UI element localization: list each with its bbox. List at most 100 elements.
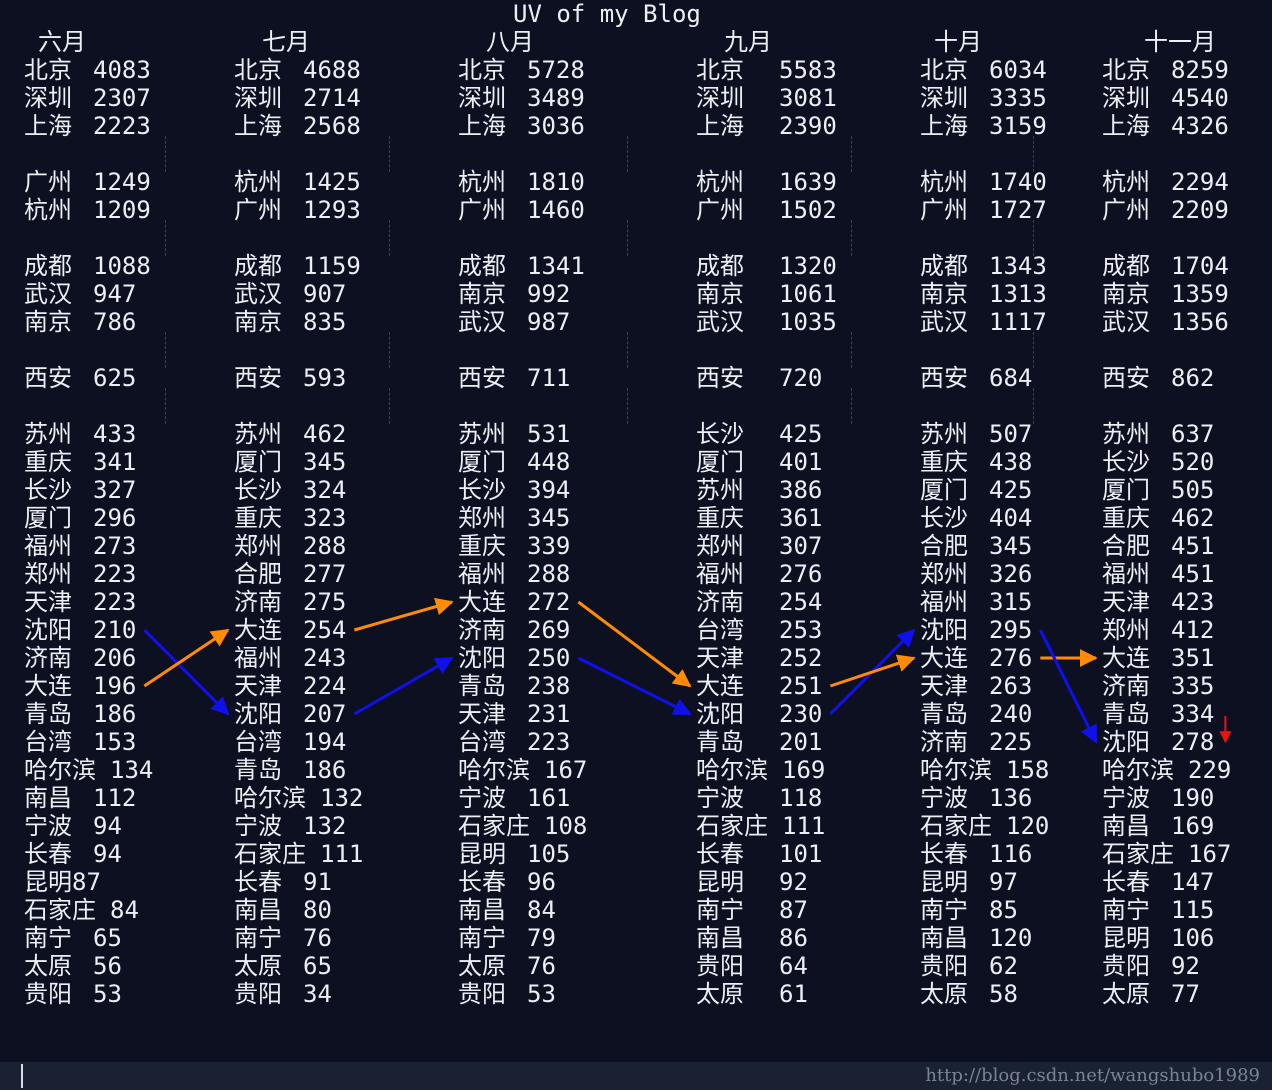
separator-dash	[851, 388, 853, 424]
city-row: 沈阳 210	[24, 616, 153, 644]
uv-value: 1356	[1171, 308, 1229, 336]
city-row: 昆明 92	[696, 868, 837, 896]
city-row: 成都 1343	[920, 252, 1049, 280]
uv-value: 118	[779, 784, 823, 812]
uv-value: 862	[1171, 364, 1215, 392]
uv-value: 61	[779, 980, 808, 1008]
city-name: 北京	[1102, 56, 1150, 84]
uv-value: 92	[1171, 952, 1200, 980]
terminal-output: UV of my Blog 六月 北京 4083 深圳 2307 上海 2223 广州 1249…	[0, 0, 1272, 1062]
separator-dash	[165, 136, 167, 172]
uv-value: 86	[779, 924, 808, 952]
uv-value: 2568	[303, 112, 361, 140]
month-column: 九月 北京 5583 深圳 3081 上海 2390 杭州 1639 广州 1502 成都 1320 南京…	[696, 28, 837, 1008]
city-name: 杭州	[1102, 168, 1150, 196]
text-cursor[interactable]	[21, 1064, 23, 1088]
city-name: 大连	[24, 672, 72, 700]
city-row: 郑州 288	[234, 532, 363, 560]
city-row: 厦门 425	[920, 476, 1049, 504]
city-row: 北京 4083	[24, 56, 153, 84]
city-row: 太原 76	[458, 952, 587, 980]
city-row: 大连 196	[24, 672, 153, 700]
uv-value: 5583	[779, 56, 837, 84]
uv-value: 269	[527, 616, 571, 644]
city-name: 武汉	[458, 308, 506, 336]
city-name: 长沙	[24, 476, 72, 504]
city-name: 天津	[24, 588, 72, 616]
uv-value: 223	[93, 560, 137, 588]
city-name: 天津	[920, 672, 968, 700]
city-name: 昆明	[24, 868, 72, 896]
city-row: 贵阳 53	[24, 980, 153, 1008]
city-name: 天津	[1102, 588, 1150, 616]
city-name: 重庆	[1102, 504, 1150, 532]
uv-value: 315	[989, 588, 1033, 616]
uv-value: 84	[527, 896, 556, 924]
city-row: 大连 351	[1102, 644, 1231, 672]
city-name: 沈阳	[458, 644, 506, 672]
uv-value: 5728	[527, 56, 585, 84]
city-row: 石家庄 108	[458, 812, 587, 840]
city-row: 石家庄 111	[696, 812, 837, 840]
orange-trend-arrow	[577, 600, 692, 688]
city-row: 台湾 153	[24, 728, 153, 756]
uv-value: 108	[544, 812, 588, 840]
city-row: 南宁 79	[458, 924, 587, 952]
city-name: 长春	[696, 840, 744, 868]
city-row: 哈尔滨 134	[24, 756, 153, 784]
city-name: 重庆	[234, 504, 282, 532]
uv-value: 1313	[989, 280, 1047, 308]
month-name: 八月	[486, 28, 534, 56]
city-name: 南宁	[696, 896, 744, 924]
city-row: 天津 263	[920, 672, 1049, 700]
uv-value: 207	[303, 700, 347, 728]
city-row: 深圳 2307	[24, 84, 153, 112]
city-name: 福州	[696, 560, 744, 588]
uv-value: 3335	[989, 84, 1047, 112]
uv-value: 238	[527, 672, 571, 700]
city-row: 石家庄 120	[920, 812, 1049, 840]
month-name: 七月	[262, 28, 310, 56]
city-row: 青岛 201	[696, 728, 837, 756]
city-row: 重庆 438	[920, 448, 1049, 476]
city-name: 南京	[696, 280, 744, 308]
city-row: 石家庄 111	[234, 840, 363, 868]
separator-dash	[389, 220, 391, 256]
city-row: 重庆 341	[24, 448, 153, 476]
city-row: 大连 276	[920, 644, 1049, 672]
uv-value: 53	[93, 980, 122, 1008]
city-name: 郑州	[1102, 616, 1150, 644]
city-name: 大连	[1102, 644, 1150, 672]
city-name: 南京	[1102, 280, 1150, 308]
city-name: 南京	[24, 308, 72, 336]
city-name: 济南	[24, 644, 72, 672]
city-name: 北京	[696, 56, 744, 84]
city-row: 西安 625	[24, 364, 153, 392]
uv-value: 351	[1171, 644, 1215, 672]
uv-value: 907	[303, 280, 347, 308]
city-row: 青岛 334	[1102, 700, 1231, 728]
city-row: 宁波 132	[234, 812, 363, 840]
city-name: 重庆	[920, 448, 968, 476]
city-row: 南昌 120	[920, 924, 1049, 952]
city-name: 石家庄	[458, 812, 530, 840]
uv-value: 120	[989, 924, 1033, 952]
city-name: 南京	[234, 308, 282, 336]
uv-value: 34	[303, 980, 332, 1008]
uv-value: 56	[93, 952, 122, 980]
city-row: 杭州 1639	[696, 168, 837, 196]
city-row: 郑州 223	[24, 560, 153, 588]
city-name: 贵阳	[1102, 952, 1150, 980]
city-row: 苏州 386	[696, 476, 837, 504]
city-row	[24, 336, 153, 364]
city-name: 青岛	[234, 756, 282, 784]
uv-value: 186	[303, 756, 347, 784]
uv-value: 190	[1171, 784, 1215, 812]
city-row: 苏州 507	[920, 420, 1049, 448]
uv-value: 62	[989, 952, 1018, 980]
city-row: 大连 272	[458, 588, 587, 616]
city-row: 深圳 3081	[696, 84, 837, 112]
page-title: UV of my Blog	[513, 0, 701, 28]
uv-value: 263	[989, 672, 1033, 700]
city-name: 宁波	[24, 812, 72, 840]
